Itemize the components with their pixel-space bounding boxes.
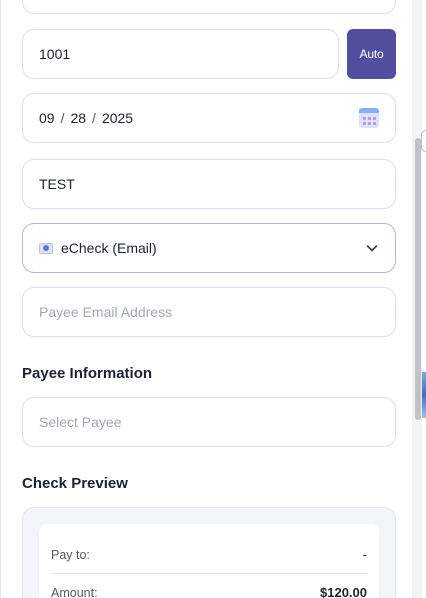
check-form-panel: 1001 Auto 09 / 28 / 2025 TEST eCheck (Em… — [0, 0, 412, 598]
scrollbar-thumb[interactable] — [415, 138, 421, 420]
preview-divider — [51, 573, 367, 574]
memo-value: TEST — [39, 176, 75, 192]
date-year[interactable]: 2025 — [102, 110, 133, 126]
payee-email-input[interactable]: Payee Email Address — [22, 287, 396, 337]
payment-method-value: eCheck (Email) — [39, 240, 157, 256]
payment-method-select[interactable]: eCheck (Email) — [22, 223, 396, 273]
check-number-input[interactable]: 1001 — [22, 29, 339, 79]
preview-amount-row: Amount: $120.00 — [51, 585, 367, 598]
echeck-icon — [39, 242, 53, 254]
date-input[interactable]: 09 / 28 / 2025 — [22, 93, 396, 143]
select-payee-placeholder: Select Payee — [39, 414, 122, 430]
preview-pay-to-value: - — [362, 547, 367, 562]
background-edge-graphic — [422, 372, 426, 418]
preview-pay-to-label: Pay to: — [51, 547, 90, 562]
check-preview-heading: Check Preview — [22, 475, 128, 492]
select-payee-dropdown[interactable]: Select Payee — [22, 397, 396, 447]
memo-input[interactable]: TEST — [22, 159, 396, 209]
background-edge — [422, 0, 426, 598]
previous-field[interactable] — [22, 0, 396, 14]
payment-method-label: eCheck (Email) — [61, 240, 157, 256]
auto-number-button[interactable]: Auto — [347, 29, 396, 79]
date-separator: / — [92, 110, 96, 126]
payee-information-heading: Payee Information — [22, 365, 153, 382]
background-edge-control — [421, 130, 426, 152]
preview-pay-to-row: Pay to: - — [51, 547, 367, 562]
calendar-icon[interactable] — [359, 108, 379, 128]
preview-amount-label: Amount: — [51, 585, 98, 598]
date-month[interactable]: 09 — [39, 110, 55, 126]
date-separator: / — [60, 110, 65, 126]
date-day[interactable]: 28 — [70, 110, 86, 126]
payee-email-placeholder: Payee Email Address — [39, 304, 173, 320]
check-number-value: 1001 — [39, 46, 71, 62]
chevron-down-icon[interactable] — [365, 241, 379, 255]
preview-amount-value: $120.00 — [320, 585, 367, 598]
date-value: 09 / 28 / 2025 — [39, 110, 133, 126]
